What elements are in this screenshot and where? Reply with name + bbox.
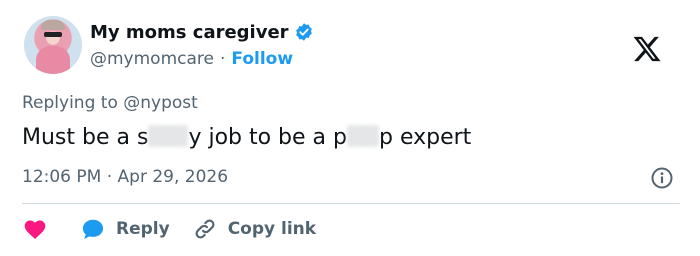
censor-blur (148, 125, 189, 147)
link-icon (195, 219, 215, 239)
name-row: My moms caregiver (90, 20, 314, 44)
avatar-body (36, 46, 70, 74)
reply-button[interactable]: Reply (80, 216, 170, 242)
info-icon[interactable] (650, 166, 674, 190)
tweet-time: 12:06 PM (22, 167, 102, 187)
reply-label: Reply (116, 219, 170, 239)
tweet-date: Apr 29, 2026 (117, 167, 229, 187)
tweet-text: Must be a s y job to be a p p expert (22, 125, 471, 150)
copy-link-button[interactable]: Copy link (192, 216, 316, 242)
x-logo-icon[interactable] (632, 34, 662, 64)
tweet-header: My moms caregiver @mymomcare · Follow (22, 16, 682, 78)
copy-link-label: Copy link (227, 219, 317, 239)
avatar[interactable] (24, 16, 82, 74)
tweet-text-part-2: y job to be a p (188, 125, 347, 150)
timestamp-separator: · (106, 167, 113, 187)
censor-blur (347, 125, 379, 147)
follow-button[interactable]: Follow (231, 49, 293, 69)
replying-to: Replying to @nypost (22, 93, 198, 113)
handle-row: @mymomcare · Follow (90, 48, 293, 70)
display-name[interactable]: My moms caregiver (90, 22, 289, 43)
replying-to-prefix: Replying to (22, 93, 118, 113)
heart-icon (24, 220, 46, 239)
like-button[interactable] (22, 216, 58, 242)
replying-to-handle[interactable]: @nypost (123, 93, 198, 113)
handle-separator: · (219, 49, 226, 69)
tweet-text-part-1: Must be a s (22, 125, 149, 150)
action-bar: Reply Copy link (22, 214, 338, 244)
divider (22, 203, 680, 204)
user-handle[interactable]: @mymomcare (90, 49, 214, 69)
tweet-text-part-3: p expert (379, 125, 472, 150)
avatar-glasses (44, 32, 62, 37)
verified-badge-icon (295, 23, 312, 41)
tweet-timestamp[interactable]: 12:06 PM · Apr 29, 2026 (22, 167, 228, 187)
reply-bubble-icon (82, 219, 104, 239)
avatar-hair (41, 20, 65, 30)
